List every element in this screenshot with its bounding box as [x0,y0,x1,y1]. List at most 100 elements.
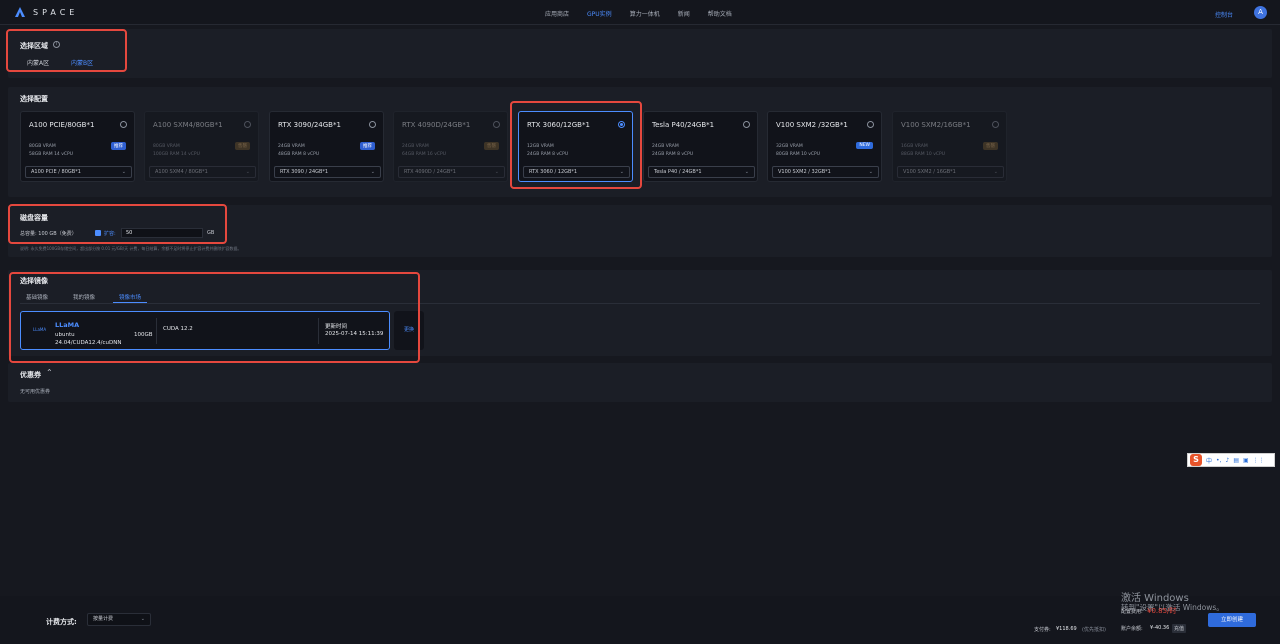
tab-my-image[interactable]: 我的镜像 [73,293,95,301]
gpu-card-a100-pcie[interactable]: A100 PCIE/80GB*1 80GB VRAM 58GB RAM 14 v… [20,111,135,182]
image-card[interactable]: LLaMA LLaMA ubuntu 24.04/CUDA12.4/cuDNN … [20,311,390,350]
avatar[interactable]: A [1254,6,1267,19]
gpu-card-spec: 58GB RAM 14 vCPU [29,152,74,157]
divider [318,318,319,344]
disk-title: 磁盘容量 [20,214,48,222]
image-size: 100GB [134,332,153,338]
gpu-card-tesla-p40[interactable]: Tesla P40/24GB*1 24GB VRAM 24GB RAM 8 vC… [643,111,758,182]
gpu-card-v100-32gb[interactable]: V100 SXM2 /32GB*1 32GB VRAM 80GB RAM 10 … [767,111,882,182]
skin-icon[interactable]: ▣ [1243,457,1249,464]
disk-note: 说明: 永久免费100GB存储空间，超出部分按 0.01 元/GB/天 计费，每… [20,246,242,251]
gpu-card-select-value: RTX 3060 / 12GB*1 [529,169,578,175]
gpu-card-vram: 24GB VRAM [278,144,305,149]
main-nav: 应用商店 GPU实例 算力一体机 新闻 帮助文档 [545,9,750,18]
swap-image-button[interactable]: 更换 [394,311,424,350]
gpu-card-select[interactable]: A100 PCIE / 80GB*1 ⌄ [25,166,132,178]
sogou-icon[interactable]: S [1190,454,1202,466]
grid-icon[interactable]: ⋮⋮ [1253,457,1265,464]
gpu-card-vram: 80GB VRAM [29,144,56,149]
gpu-card-spec: 24GB RAM 8 vCPU [527,152,569,157]
gpu-card-select[interactable]: V100 SXM2 / 32GB*1 ⌄ [772,166,879,178]
gpu-card-select[interactable]: RTX 3090 / 24GB*1 ⌄ [274,166,381,178]
chevron-up-icon[interactable]: ⌃ [46,368,53,377]
coupon-panel [8,363,1272,402]
gpu-card-vram: 24GB VRAM [652,144,679,149]
image-title: 选择镜像 [20,277,48,285]
gpu-card-radio[interactable] [743,121,750,128]
gpu-card-vram: 16GB VRAM [901,144,928,149]
gpu-card-select[interactable]: RTX 3060 / 12GB*1 ⌄ [523,166,630,178]
expand-checkbox[interactable] [95,230,101,236]
chevron-down-icon: ⌄ [245,169,250,175]
gpu-card-spec: 48GB RAM 8 vCPU [278,152,320,157]
gpu-card-select-value: RTX 3090 / 24GB*1 [280,169,329,175]
nav-all-in-one[interactable]: 算力一体机 [630,9,660,18]
divider [156,318,157,344]
gpu-card-select[interactable]: V100 SXM2 / 16GB*1 ⌄ [897,166,1004,178]
brand-logo[interactable]: SPACE [15,7,78,17]
gpu-card-a100-sxm4[interactable]: A100 SXM4/80GB*1 80GB VRAM 100GB RAM 14 … [144,111,259,182]
billing-select[interactable]: 按量计费 ⌄ [87,613,151,626]
gpu-card-vram: 12GB VRAM [527,144,554,149]
ime-toolbar[interactable]: S 中 •, ♪ ▤ ▣ ⋮⋮ [1187,453,1275,467]
top-navbar: SPACE 应用商店 GPU实例 算力一体机 新闻 帮助文档 控制台 A [0,0,1280,25]
mic-icon[interactable]: ♪ [1225,457,1229,464]
nav-news[interactable]: 新闻 [678,9,690,18]
keyboard-icon[interactable]: ▤ [1233,457,1239,464]
gpu-card-spec: 80GB RAM 10 vCPU [776,152,821,157]
gpu-card-select-value: V100 SXM2 / 32GB*1 [778,169,831,175]
gpu-card-rtx4090d[interactable]: RTX 4090D/24GB*1 24GB VRAM 64GB RAM 16 v… [393,111,508,182]
gpu-card-select-value: V100 SXM2 / 16GB*1 [903,169,956,175]
chinese-mode-icon[interactable]: 中 [1206,456,1212,465]
chevron-down-icon: ⌄ [121,169,126,175]
region-option-a[interactable]: 内蒙A区 [27,58,49,67]
gpu-card-radio[interactable] [244,121,251,128]
gpu-card-select-value: A100 SXM4 / 80GB*1 [155,169,208,175]
tab-base-image[interactable]: 基础镜像 [26,293,48,301]
brand-name: SPACE [33,7,79,17]
gpu-card-radio[interactable] [493,121,500,128]
gpu-card-radio[interactable] [992,121,999,128]
gpu-card-rtx3090[interactable]: RTX 3090/24GB*1 24GB VRAM 48GB RAM 8 vCP… [269,111,384,182]
nav-gpu-instance[interactable]: GPU实例 [587,9,612,18]
punctuation-icon[interactable]: •, [1216,457,1221,464]
expand-input[interactable]: 50 [121,228,203,238]
llama-logo: LLaMA [33,327,47,332]
chevron-down-icon: ⌄ [140,616,145,622]
gpu-card-radio[interactable] [867,121,874,128]
coupon-empty: 无可用优惠券 [20,389,51,395]
nav-app-store[interactable]: 应用商店 [545,9,569,18]
recommend-badge: 推荐 [111,142,126,150]
coupon-title[interactable]: 优惠券 [20,370,41,380]
gpu-card-v100-16gb[interactable]: V100 SXM2/16GB*1 16GB VRAM 88GB RAM 10 v… [892,111,1007,182]
gpu-card-title: RTX 3090/24GB*1 [278,121,341,129]
recharge-button[interactable]: 充值 [1172,624,1187,633]
info-icon[interactable]: i [53,41,60,48]
gpu-card-select[interactable]: Tesla P40 / 24GB*1 ⌄ [648,166,755,178]
gpu-card-rtx3060[interactable]: RTX 3060/12GB*1 12GB VRAM 24GB RAM 8 vCP… [518,111,633,182]
disk-total: 总容量: 100 GB（免费） [20,231,77,237]
create-now-button[interactable]: 立即创建 [1208,613,1256,627]
updated-label: 更新时间 [325,324,348,330]
image-cuda: CUDA 12.2 [163,326,193,332]
sold-out-badge: 售罄 [235,142,250,150]
chevron-down-icon: ⌄ [494,169,499,175]
console-link[interactable]: 控制台 [1215,10,1233,19]
config-fee-label: 配置费用: [1121,609,1143,615]
region-option-b[interactable]: 内蒙B区 [71,58,93,67]
gpu-card-select[interactable]: RTX 4090D / 24GB*1 ⌄ [398,166,505,178]
active-tab-indicator [113,302,147,303]
gpu-card-spec: 100GB RAM 14 vCPU [153,152,200,157]
tab-image-market[interactable]: 镜像市场 [119,293,141,301]
balance-label: 账户余额: [1121,626,1143,632]
gpu-card-radio[interactable] [120,121,127,128]
gpu-card-select[interactable]: A100 SXM4 / 80GB*1 ⌄ [149,166,256,178]
gpu-card-radio[interactable] [369,121,376,128]
image-version: 24.04/CUDA12.4/cuDNN [55,340,122,346]
gpu-card-vram: 80GB VRAM [153,144,180,149]
nav-help-docs[interactable]: 帮助文档 [708,9,732,18]
gpu-card-select-value: A100 PCIE / 80GB*1 [31,169,81,175]
gpu-card-radio[interactable] [618,121,625,128]
pay-note: (优先抵扣) [1082,627,1106,633]
config-fee-value: ¥0.85/时 [1147,607,1177,615]
